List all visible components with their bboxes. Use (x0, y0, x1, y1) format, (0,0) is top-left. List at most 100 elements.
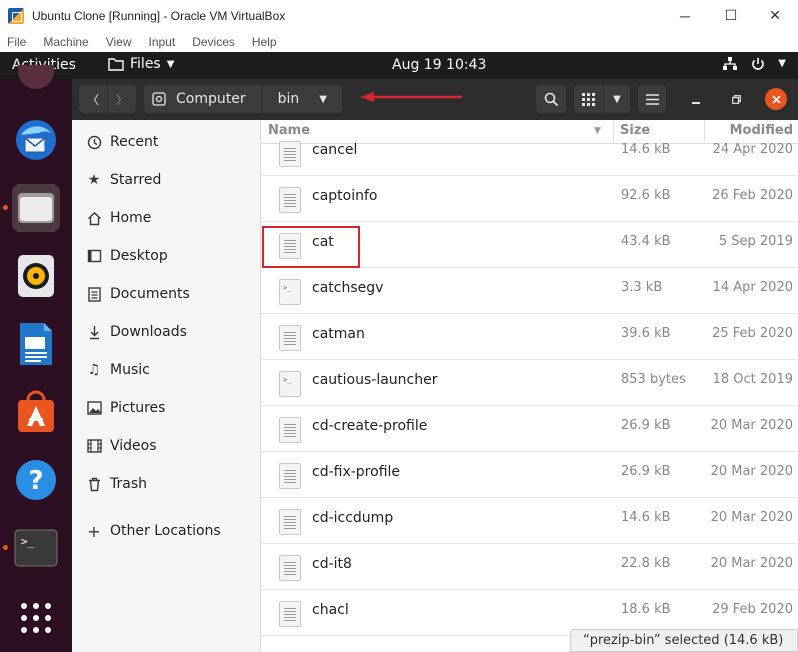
dock-libreoffice-writer[interactable] (12, 320, 60, 368)
restore-files-button[interactable] (726, 91, 746, 107)
sidebar-item-pictures[interactable]: Pictures (72, 389, 260, 427)
path-crumb-label: Computer (176, 91, 246, 107)
file-modified: 29 Feb 2020 (712, 602, 793, 617)
sidebar-item-documents[interactable]: Documents (72, 275, 260, 313)
view-grid-button[interactable] (574, 85, 603, 113)
dock-help[interactable]: ? (12, 456, 60, 504)
file-row[interactable]: cancel 14.6 kB 24 Apr 2020 (261, 130, 798, 176)
file-size: 18.6 kB (621, 602, 671, 617)
ubuntu-dock: ? >_ (0, 65, 72, 652)
menu-devices[interactable]: Devices (192, 35, 235, 49)
text-file-icon (279, 325, 301, 351)
terminal-icon: >_ (14, 529, 58, 567)
file-modified: 20 Mar 2020 (710, 418, 793, 433)
file-row[interactable]: cd-fix-profile 26.9 kB 20 Mar 2020 (261, 452, 798, 498)
file-size: 26.9 kB (621, 418, 671, 433)
running-indicator (3, 205, 8, 210)
text-file-icon (279, 555, 301, 581)
sidebar-item-desktop[interactable]: Desktop (72, 237, 260, 275)
caret-down-icon: ▼ (166, 58, 175, 70)
executable-file-icon (279, 279, 301, 305)
file-row[interactable]: cd-create-profile 26.9 kB 20 Mar 2020 (261, 406, 798, 452)
text-file-icon (279, 601, 301, 627)
file-name: cd-create-profile (312, 418, 428, 434)
forward-button[interactable]: 〉 (108, 85, 136, 113)
sidebar-item-recent[interactable]: Recent (72, 123, 260, 161)
sidebar-item-label: Starred (110, 172, 162, 188)
file-size: 14.6 kB (621, 510, 671, 525)
path-crumb-computer[interactable]: Computer (144, 85, 262, 113)
file-name: catchsegv (312, 280, 384, 296)
rhythmbox-icon (18, 255, 54, 297)
file-name: catman (312, 326, 365, 342)
close-window-button[interactable]: ✕ (752, 0, 798, 31)
sidebar-item-home[interactable]: Home (72, 199, 260, 237)
menu-help[interactable]: Help (252, 35, 277, 49)
text-file-icon (279, 187, 301, 213)
ubuntu-top-bar: Activities Files ▼ Aug 19 10:43 ▼ (0, 52, 798, 79)
clock[interactable]: Aug 19 10:43 (392, 57, 486, 73)
file-size: 14.6 kB (621, 142, 671, 157)
maximize-button[interactable]: ☐ (708, 0, 754, 31)
disk-icon (152, 92, 166, 106)
file-name: cd-it8 (312, 556, 352, 572)
app-icon-partial[interactable] (18, 65, 54, 89)
sidebar-item-other-locations[interactable]: + Other Locations (72, 512, 260, 550)
caret-down-icon: ▼ (778, 58, 786, 69)
file-row[interactable]: catman 39.6 kB 25 Feb 2020 (261, 314, 798, 360)
window-title: Ubuntu Clone [Running] - Oracle VM Virtu… (32, 8, 286, 23)
sidebar-item-videos[interactable]: Videos (72, 427, 260, 465)
caret-down-icon: ▼ (319, 93, 327, 105)
dock-rhythmbox[interactable] (12, 252, 60, 300)
sidebar-item-music[interactable]: ♫ Music (72, 351, 260, 389)
main-menu-button[interactable] (638, 85, 666, 113)
folder-icon (108, 58, 124, 71)
vbox-titlebar: Ubuntu Clone [Running] - Oracle VM Virtu… (0, 0, 798, 31)
file-row[interactable]: cautious-launcher 853 bytes 18 Oct 2019 (261, 360, 798, 406)
desktop-icon (86, 248, 102, 264)
file-modified: 20 Mar 2020 (710, 556, 793, 571)
close-files-button[interactable] (765, 88, 787, 110)
minimize-button[interactable]: ─ (662, 0, 708, 31)
file-row[interactable]: catchsegv 3.3 kB 14 Apr 2020 (261, 268, 798, 314)
app-grid-icon (21, 603, 51, 633)
file-row[interactable]: cd-iccdump 14.6 kB 20 Mar 2020 (261, 498, 798, 544)
sidebar-item-label: Videos (110, 438, 157, 454)
search-icon (544, 92, 558, 106)
text-file-icon (279, 141, 301, 167)
dock-files[interactable] (12, 184, 60, 232)
file-name: cd-fix-profile (312, 464, 401, 480)
file-name: chacl (312, 602, 349, 618)
menu-view[interactable]: View (106, 35, 132, 49)
sidebar-item-trash[interactable]: Trash (72, 465, 260, 503)
app-menu-files[interactable]: Files ▼ (108, 56, 174, 72)
back-button[interactable]: 〈 (79, 85, 107, 113)
sidebar-item-starred[interactable]: ★ Starred (72, 161, 260, 199)
file-modified: 14 Apr 2020 (712, 280, 793, 295)
star-icon: ★ (87, 172, 101, 188)
file-modified: 24 Apr 2020 (712, 142, 793, 157)
path-crumb-bin[interactable]: bin ▼ (262, 85, 327, 113)
dock-thunderbird[interactable] (12, 116, 60, 164)
system-tray[interactable]: ▼ (722, 56, 786, 72)
dock-terminal[interactable]: >_ (12, 524, 60, 572)
menu-file[interactable]: File (7, 35, 26, 49)
file-row[interactable]: cd-it8 22.8 kB 20 Mar 2020 (261, 544, 798, 590)
chevron-right-icon: 〉 (115, 92, 128, 107)
grid-view-icon (582, 92, 595, 106)
path-bar: Computer bin ▼ (144, 85, 342, 113)
minimize-files-button[interactable] (686, 92, 706, 108)
view-options-button[interactable]: ▼ (604, 85, 630, 113)
text-file-icon (279, 417, 301, 443)
file-row[interactable]: captoinfo 92.6 kB 26 Feb 2020 (261, 176, 798, 222)
search-button[interactable] (536, 85, 566, 113)
menu-machine[interactable]: Machine (43, 35, 88, 49)
dock-show-applications[interactable] (12, 594, 60, 642)
sidebar-item-downloads[interactable]: Downloads (72, 313, 260, 351)
file-size: 3.3 kB (621, 280, 663, 295)
dock-software[interactable] (12, 388, 60, 436)
files-app-icon (18, 193, 54, 223)
file-name: cautious-launcher (312, 372, 438, 388)
file-row[interactable]: cat 43.4 kB 5 Sep 2019 (261, 222, 798, 268)
menu-input[interactable]: Input (149, 35, 176, 49)
